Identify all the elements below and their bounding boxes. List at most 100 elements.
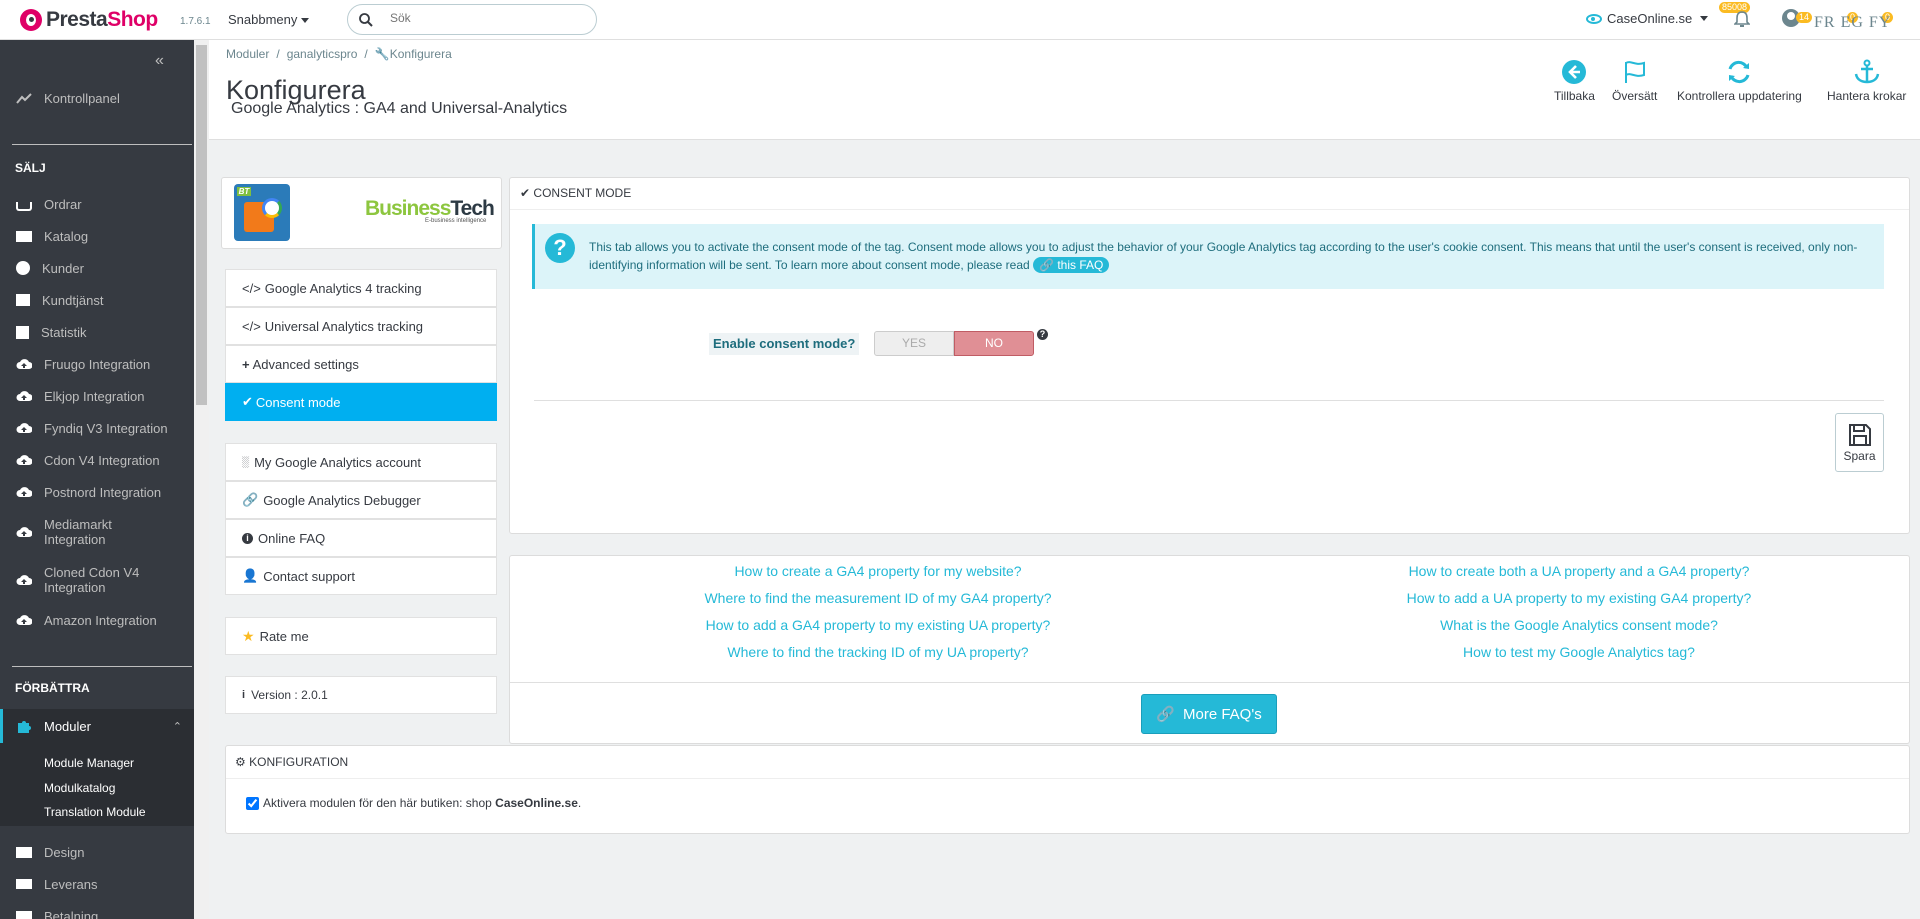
user-notification-badge: 14	[1796, 12, 1813, 23]
sidebar-item-stats[interactable]: Statistik	[0, 318, 194, 346]
tab-consent-mode[interactable]: ✔ Consent mode	[225, 383, 497, 421]
breadcrumb-ganalyticspro[interactable]: ganalyticspro	[287, 47, 358, 61]
help-icon[interactable]: ?	[1037, 329, 1048, 340]
save-button[interactable]: Spara	[1835, 413, 1884, 472]
bell-icon[interactable]	[1734, 10, 1750, 28]
logo-text-shop: Shop	[107, 8, 158, 31]
panel-heading: ⚙ KONFIGURATION	[235, 755, 349, 769]
refresh-icon	[1728, 60, 1750, 84]
enable-module-shop: CaseOnline.se	[495, 796, 578, 810]
sidebar-item-label: Kunder	[42, 260, 84, 276]
consent-yes-toggle[interactable]: YES	[874, 331, 954, 356]
sidebar-subitem-module-manager[interactable]: Module Manager	[44, 756, 134, 770]
language-links[interactable]: FR EG FY	[1814, 14, 1891, 32]
sidebar-item-elkjop[interactable]: Elkjop Integration	[0, 382, 194, 410]
sidebar-item-customer-service[interactable]: Kundtjänst	[0, 286, 194, 314]
sidebar-item-label: Cloned Cdon V4 Integration	[44, 565, 140, 595]
question-circle-icon: ?	[545, 233, 575, 263]
sidebar-item-catalog[interactable]: Katalog	[0, 222, 194, 250]
more-faqs-button[interactable]: 🔗 More FAQ's	[1141, 694, 1277, 734]
link-icon: 🔗	[242, 492, 259, 507]
sidebar-item-fyndiq[interactable]: Fyndiq V3 Integration	[0, 414, 194, 442]
arrow-left-circle-icon	[1562, 60, 1587, 84]
info-icon: i	[242, 689, 246, 701]
tab-ua-tracking[interactable]: </> Universal Analytics tracking	[225, 307, 497, 345]
link-online-faq[interactable]: i Online FAQ	[225, 519, 497, 557]
faq-link-ga4-measurement-id[interactable]: Where to find the measurement ID of my G…	[678, 590, 1078, 606]
sidebar-item-label: Statistik	[41, 324, 87, 340]
prestashop-logo[interactable]: PrestaShop	[20, 8, 158, 32]
sidebar-item-label: Design	[44, 844, 85, 860]
scrollbar-thumb[interactable]	[196, 45, 207, 405]
sidebar-item-amazon[interactable]: Amazon Integration	[0, 606, 194, 634]
cogs-icon: ⚙	[235, 755, 246, 769]
top-bar: PrestaShop 1.7.6.1 Snabbmeny CaseOnline.…	[0, 0, 1920, 40]
sidebar-scrollbar[interactable]	[194, 40, 209, 919]
enable-module-checkbox[interactable]	[246, 796, 259, 810]
sidebar-subitem-translation-module[interactable]: Translation Module	[44, 805, 146, 819]
sidebar-item-postnord[interactable]: Postnord Integration	[0, 478, 194, 506]
sidebar-item-label: Postnord Integration	[44, 484, 162, 500]
sidebar-item-label: Betalning	[44, 908, 99, 919]
faq-link-create-ga4[interactable]: How to create a GA4 property for my webs…	[678, 563, 1078, 579]
star-icon: ★	[242, 627, 255, 644]
sidebar-item-dashboard[interactable]: Kontrollpanel	[0, 84, 194, 112]
link-ga-debugger[interactable]: 🔗 Google Analytics Debugger	[225, 481, 497, 519]
tab-ga4-tracking[interactable]: </> Google Analytics 4 tracking	[225, 269, 497, 307]
sidebar-item-orders[interactable]: Ordrar	[0, 190, 194, 218]
link-rate-me[interactable]: ★ Rate me	[225, 617, 497, 655]
this-faq-link[interactable]: 🔗 this FAQ	[1033, 257, 1110, 273]
code-icon: </>	[242, 318, 261, 334]
consent-no-toggle[interactable]: NO	[954, 331, 1034, 356]
module-logo-icon: BT	[234, 184, 290, 241]
anchor-icon	[1854, 59, 1879, 84]
consent-info-text: This tab allows you to activate the cons…	[589, 240, 1858, 272]
account-circle-icon	[16, 261, 30, 275]
faq-link-consent-mode[interactable]: What is the Google Analytics consent mod…	[1379, 617, 1779, 633]
search-box	[347, 4, 597, 35]
sidebar-item-cloned-cdon[interactable]: Cloned Cdon V4 Integration	[0, 562, 194, 598]
translate-button[interactable]: Översätt	[1612, 59, 1657, 103]
trending-up-icon	[16, 93, 32, 104]
shop-name: CaseOnline.se	[1607, 11, 1693, 26]
quick-menu-dropdown[interactable]: Snabbmeny	[228, 12, 309, 27]
sidebar-item-modules[interactable]: Moduler ⌃	[0, 709, 194, 743]
sidebar-item-customers[interactable]: Kunder	[0, 254, 194, 282]
sidebar-item-mediamarkt[interactable]: Mediamarkt Integration	[0, 514, 194, 550]
tab-advanced-settings[interactable]: + Advanced settings	[225, 345, 497, 383]
faq-link-add-ua-to-ga4[interactable]: How to add a UA property to my existing …	[1379, 590, 1779, 606]
eye-icon	[1586, 13, 1602, 24]
puffin-icon	[20, 9, 42, 31]
sidebar-divider	[12, 144, 192, 145]
faq-link-ua-tracking-id[interactable]: Where to find the tracking ID of my UA p…	[678, 644, 1078, 660]
version-label: 1.7.6.1	[180, 16, 211, 27]
save-label: Spara	[1843, 448, 1876, 463]
search-input[interactable]	[390, 11, 580, 25]
faq-link-test-tag[interactable]: How to test my Google Analytics tag?	[1379, 644, 1779, 660]
check-update-button[interactable]: Kontrollera uppdatering	[1677, 59, 1802, 103]
sidebar-item-shipping[interactable]: Leverans	[0, 870, 194, 898]
faq-link-add-ga4-to-ua[interactable]: How to add a GA4 property to my existing…	[678, 617, 1078, 633]
header-divider	[209, 139, 1920, 140]
panel-heading: ✔ CONSENT MODE	[520, 186, 632, 200]
manage-hooks-button[interactable]: Hantera krokar	[1827, 59, 1906, 103]
cloud-upload-icon	[16, 527, 32, 537]
back-button[interactable]: Tillbaka	[1554, 59, 1595, 103]
cloud-upload-icon	[16, 615, 32, 625]
collapse-sidebar-icon[interactable]: «	[155, 52, 164, 70]
flag-icon	[1624, 61, 1645, 83]
link-contact-support[interactable]: 👤 Contact support	[225, 557, 497, 595]
sidebar-item-payment[interactable]: Betalning	[0, 902, 194, 919]
faq-link-create-ua-and-ga4[interactable]: How to create both a UA property and a G…	[1379, 563, 1779, 579]
cloud-upload-icon	[16, 487, 32, 497]
cloud-upload-icon	[16, 423, 32, 433]
breadcrumb-modules[interactable]: Moduler	[226, 47, 269, 61]
sidebar-item-label: Elkjop Integration	[44, 388, 145, 404]
sidebar-item-design[interactable]: Design	[0, 838, 194, 866]
link-my-ga-account[interactable]: ░ My Google Analytics account	[225, 443, 497, 481]
sidebar-item-cdon[interactable]: Cdon V4 Integration	[0, 446, 194, 474]
sidebar-item-fruugo[interactable]: Fruugo Integration	[0, 350, 194, 378]
breadcrumb-configure: Konfigurera	[389, 47, 452, 61]
sidebar-subitem-module-catalog[interactable]: Modulkatalog	[44, 781, 115, 795]
view-shop-link[interactable]: CaseOnline.se	[1586, 11, 1709, 26]
